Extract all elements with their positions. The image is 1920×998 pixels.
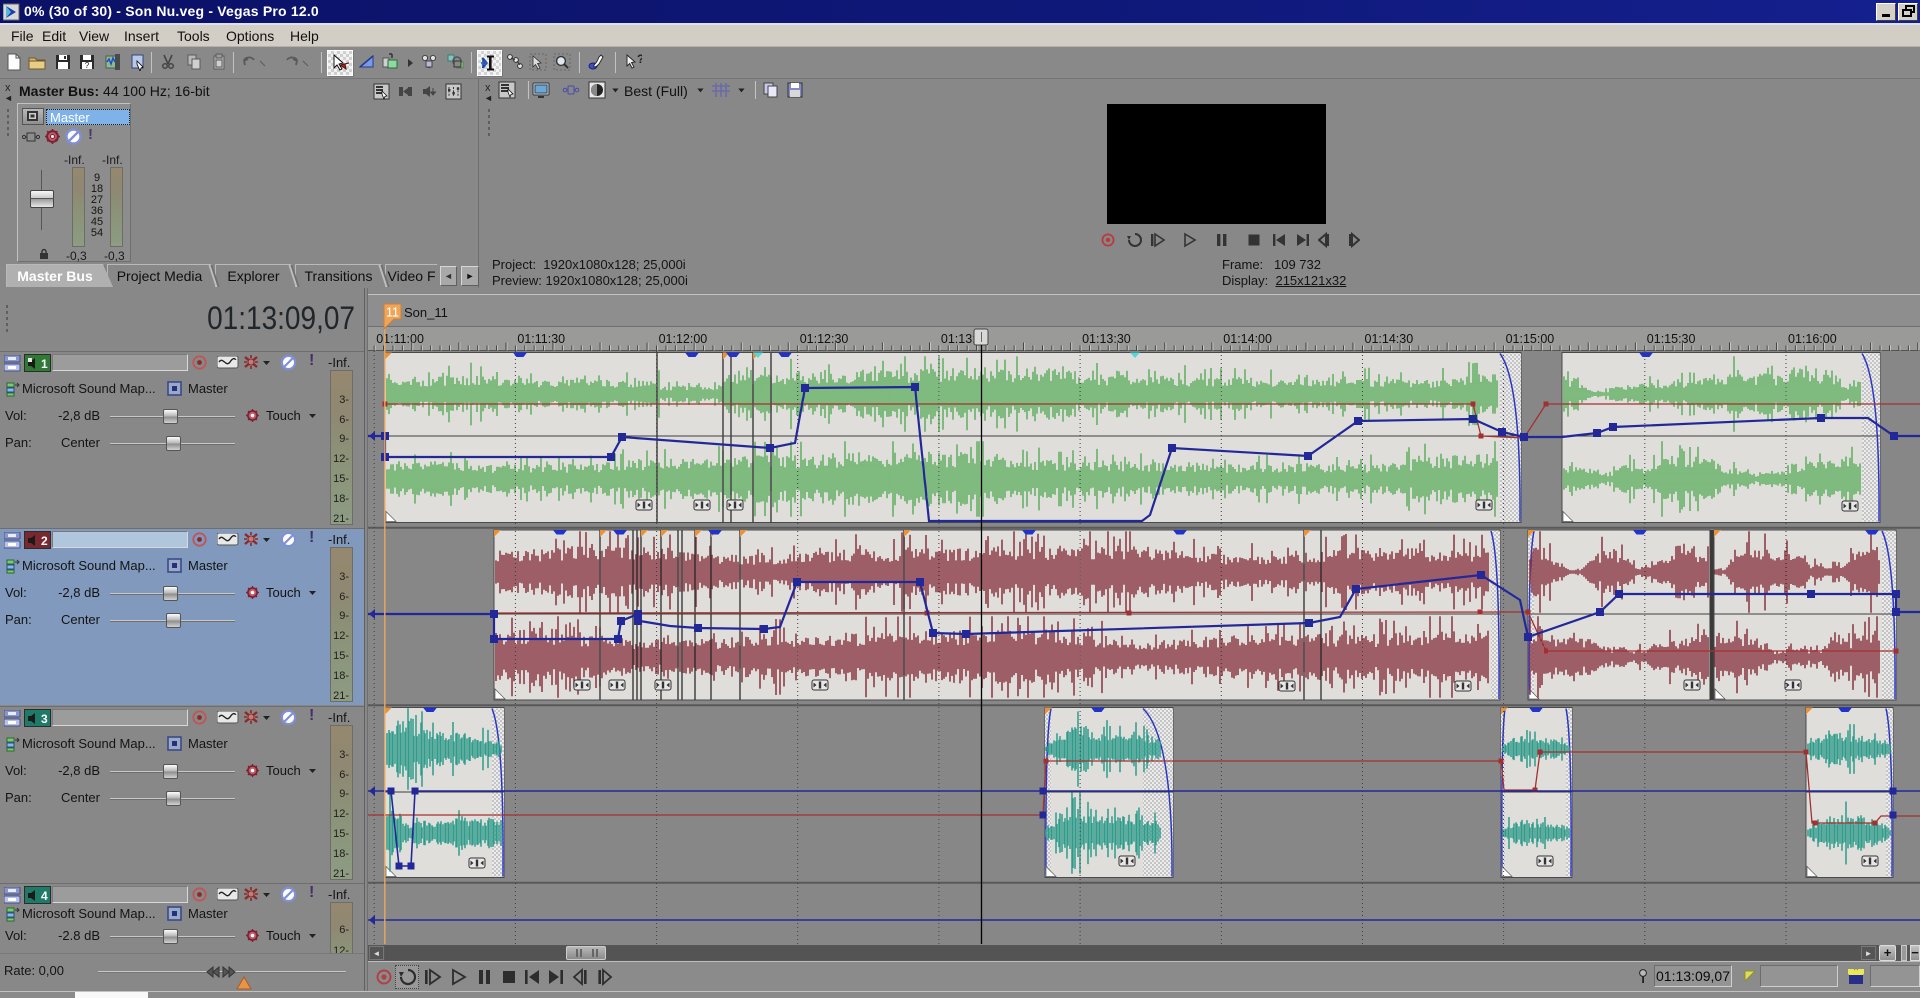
svg-text:?: ? <box>85 61 90 70</box>
svg-text:Son_11: Son_11 <box>404 305 448 320</box>
svg-text:01:15:30: 01:15:30 <box>1647 332 1696 346</box>
svg-text:01:14:00: 01:14:00 <box>1223 332 1272 346</box>
svg-text:01:14:30: 01:14:30 <box>1365 332 1414 346</box>
svg-text:01:15:00: 01:15:00 <box>1506 332 1555 346</box>
svg-text:?: ? <box>637 53 642 66</box>
svg-text:01:13:: 01:13: <box>941 332 976 346</box>
svg-text:01:12:00: 01:12:00 <box>659 332 708 346</box>
svg-text:01:13:30: 01:13:30 <box>1082 332 1131 346</box>
svg-text:01:11:00: 01:11:00 <box>376 332 424 346</box>
svg-text:01:16:00: 01:16:00 <box>1788 332 1837 346</box>
svg-text:11: 11 <box>386 306 399 320</box>
svg-text:01:12:30: 01:12:30 <box>800 332 849 346</box>
svg-text:01:11:30: 01:11:30 <box>517 332 565 346</box>
